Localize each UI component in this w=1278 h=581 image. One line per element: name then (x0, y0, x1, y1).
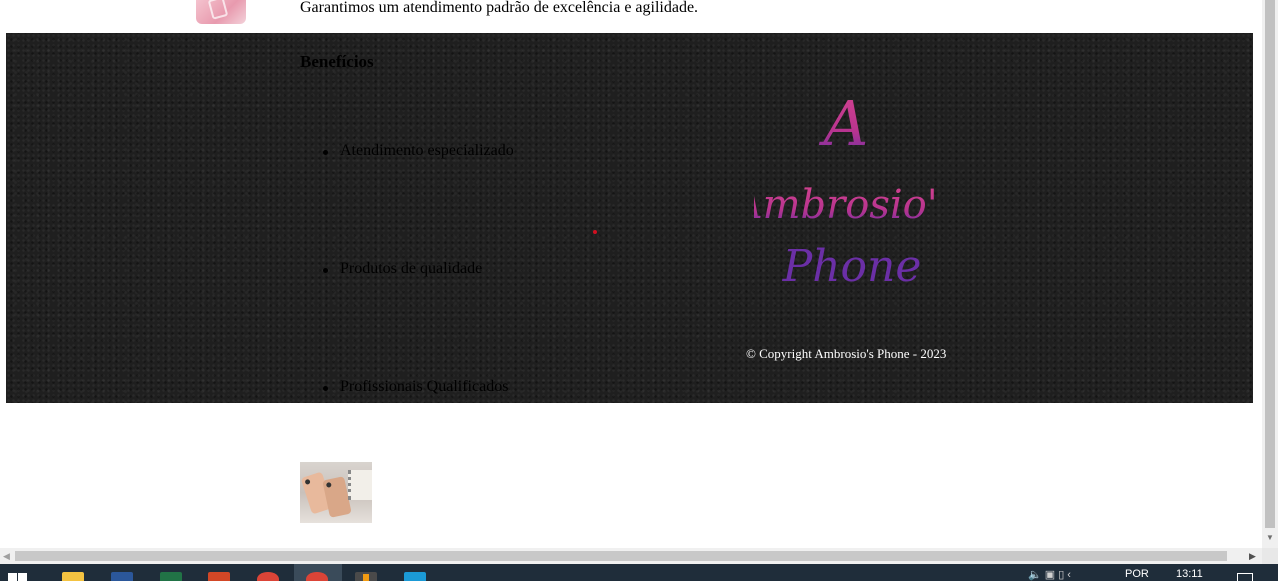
benefit-item: Produtos de qualidade (322, 260, 483, 277)
phones-image (300, 462, 372, 523)
app-icon[interactable] (404, 572, 426, 581)
horizontal-scrollbar-thumb[interactable] (15, 551, 1227, 561)
benefit-item: Atendimento especializado (323, 142, 514, 159)
copyright-text: © Copyright Ambrosio's Phone - 2023 (746, 346, 947, 361)
scrollbar-corner (1262, 548, 1278, 564)
powerpoint-icon[interactable] (208, 572, 230, 581)
clock[interactable]: 13:11 (1176, 568, 1203, 580)
excel-icon[interactable] (160, 572, 182, 581)
footer-section: Benefícios Atendimento especializado Pro… (6, 33, 1253, 403)
product-thumbnail-image (196, 0, 246, 24)
start-icon[interactable] (8, 573, 28, 581)
webpage: Garantimos um atendimento padrão de exce… (0, 0, 1262, 548)
intro-text: Garantimos um atendimento padrão de exce… (300, 0, 699, 16)
file-explorer-icon[interactable] (62, 572, 84, 581)
logo-letter-a: A (819, 87, 869, 160)
scroll-left-arrow-icon[interactable]: ◀ (3, 551, 10, 562)
logo-word-ambrosios: Ambrosio's (754, 182, 934, 228)
benefit-item: Profissionais Qualificados (322, 378, 509, 395)
cursor-dot (593, 230, 597, 234)
horizontal-scrollbar[interactable]: ◀ ▶ (0, 548, 1262, 564)
logo-word-phone: Phone (782, 241, 922, 292)
system-tray-icons[interactable]: 🔈 ▣ ▯ ‹ (1028, 568, 1071, 581)
ambrosios-phone-logo: A Ambrosio's Phone (754, 87, 934, 292)
vertical-scrollbar[interactable]: ▼ (1262, 0, 1278, 548)
benefits-title: Benefícios (300, 52, 374, 71)
scroll-down-arrow-icon[interactable]: ▼ (1266, 534, 1274, 542)
language-indicator[interactable]: POR (1125, 568, 1149, 580)
vertical-scrollbar-thumb[interactable] (1265, 0, 1275, 528)
app-icon[interactable] (355, 572, 377, 581)
notification-icon[interactable] (1237, 573, 1253, 581)
chrome-icon[interactable] (306, 572, 328, 581)
chrome-icon[interactable] (257, 572, 279, 581)
windows-taskbar: 🔈 ▣ ▯ ‹ POR 13:11 (0, 564, 1278, 581)
word-icon[interactable] (111, 572, 133, 581)
notebook-shape (348, 470, 372, 500)
scroll-right-arrow-icon[interactable]: ▶ (1249, 551, 1256, 562)
